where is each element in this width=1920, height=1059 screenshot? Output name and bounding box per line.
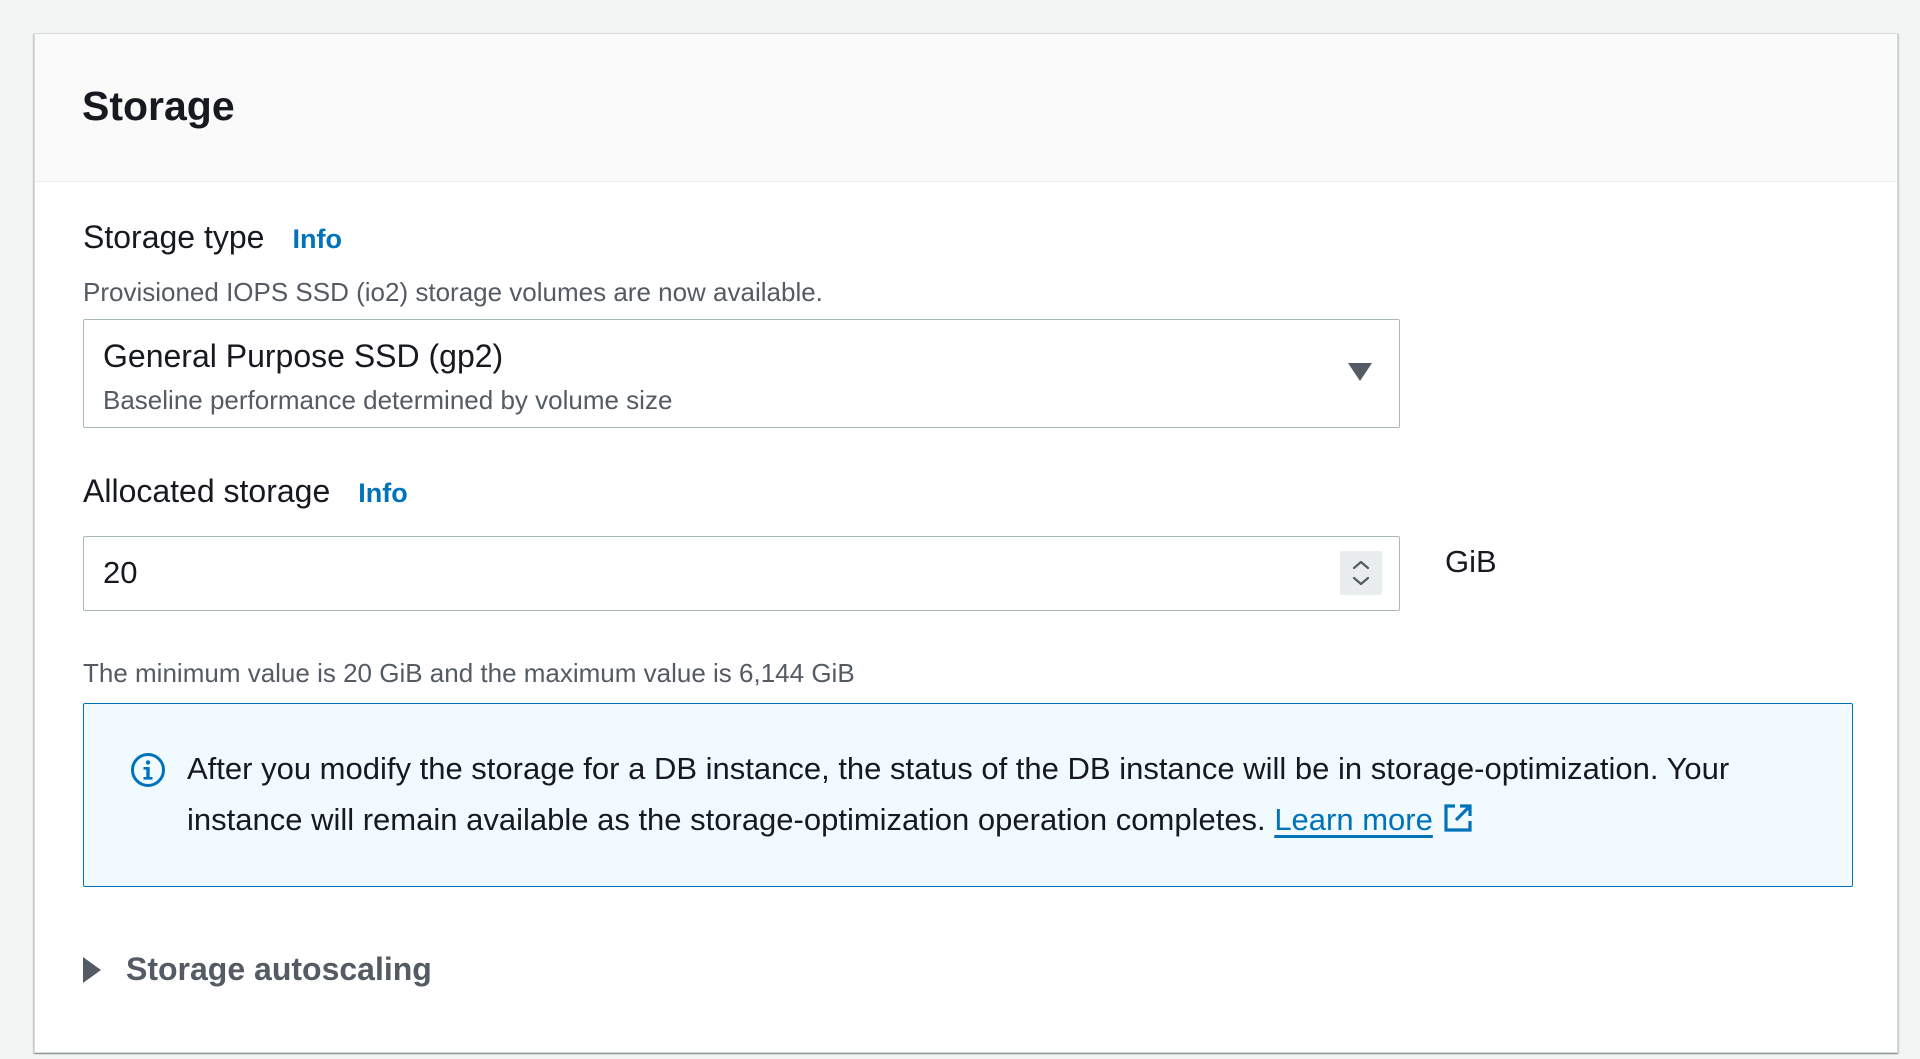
info-circle-icon (131, 753, 165, 787)
storage-type-info-link[interactable]: Info (292, 224, 341, 255)
storage-type-label: Storage type (83, 219, 265, 255)
alert-message-container: After you modify the storage for a DB in… (187, 743, 1837, 845)
storage-type-selected-value: General Purpose SSD (gp2) (103, 338, 504, 374)
external-link-icon[interactable] (1441, 801, 1475, 835)
allocated-storage-label: Allocated storage (83, 473, 331, 509)
panel-title: Storage (82, 83, 235, 129)
allocated-storage-label-row: Allocated storage Info (83, 473, 408, 510)
caret-right-icon (83, 956, 101, 983)
storage-type-select[interactable]: General Purpose SSD (gp2) Baseline perfo… (83, 319, 1400, 428)
alert-message: After you modify the storage for a DB in… (187, 751, 1730, 837)
allocated-storage-constraint: The minimum value is 20 GiB and the maxi… (83, 658, 855, 688)
allocated-storage-field (83, 536, 1400, 611)
storage-type-selected-description: Baseline performance determined by volum… (103, 385, 673, 415)
storage-panel: Storage Storage type Info Provisioned IO… (34, 33, 1898, 1053)
allocated-storage-info-link[interactable]: Info (358, 478, 407, 509)
storage-type-label-row: Storage type Info (83, 219, 342, 256)
caret-down-icon (1348, 363, 1372, 381)
storage-autoscaling-expander[interactable]: Storage autoscaling (83, 951, 432, 988)
number-stepper[interactable] (1340, 551, 1382, 595)
storage-info-alert: After you modify the storage for a DB in… (83, 703, 1853, 887)
stepper-chevrons-icon (1352, 560, 1370, 586)
storage-type-description: Provisioned IOPS SSD (io2) storage volum… (83, 277, 823, 307)
allocated-storage-input[interactable] (84, 537, 1284, 609)
panel-header: Storage (35, 34, 1897, 182)
learn-more-link[interactable]: Learn more (1274, 802, 1433, 837)
storage-autoscaling-label: Storage autoscaling (126, 951, 432, 987)
allocated-storage-unit: GiB (1445, 544, 1497, 579)
